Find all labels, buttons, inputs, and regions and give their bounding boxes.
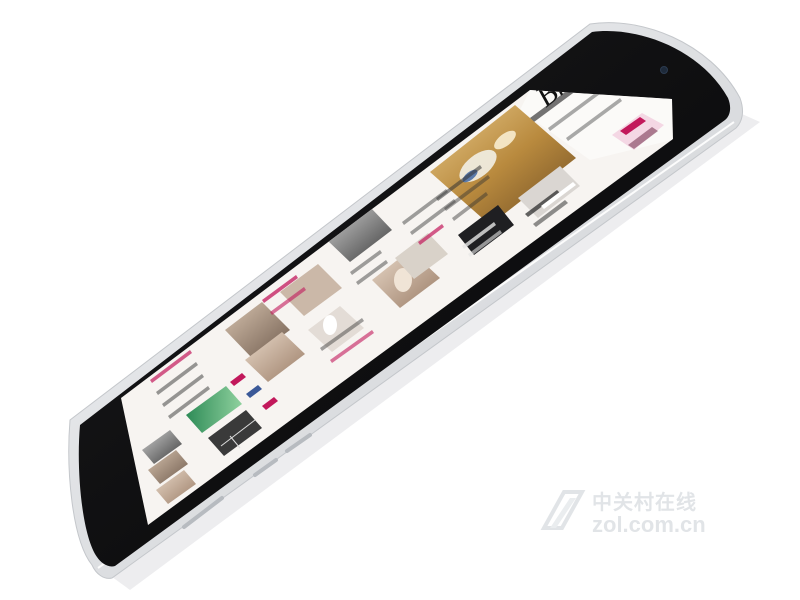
watermark-chinese-text: 中关村在线: [592, 490, 697, 514]
front-camera-icon: [660, 66, 668, 74]
zol-watermark: 中关村在线 zol.com.cn: [540, 486, 750, 542]
tablet-screen[interactable]: Brides: [121, 39, 673, 525]
watermark-domain-text: zol.com.cn: [592, 512, 706, 537]
zol-logo-icon: [540, 490, 586, 530]
